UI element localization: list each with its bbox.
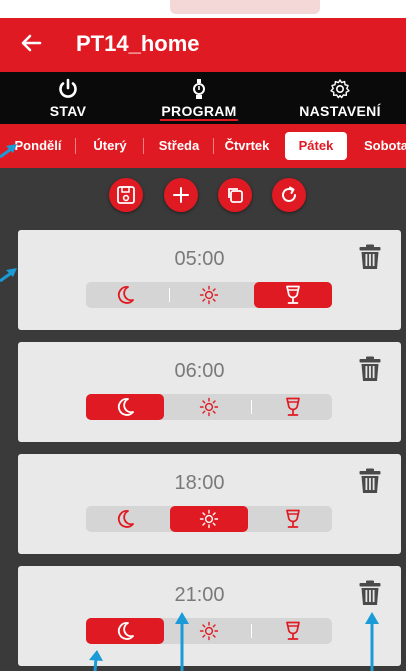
wine-glass-icon [286,621,300,640]
wine-glass-option[interactable] [254,282,332,308]
moon-option[interactable] [86,282,164,308]
trash-icon[interactable] [359,244,381,270]
annotation-arrow [365,612,379,671]
tab-day-streda[interactable]: Středa [144,132,214,160]
entry-time[interactable]: 18:00 [18,472,341,495]
sun-option[interactable] [170,394,248,420]
app-bar: PT14_home [0,18,406,72]
tab-day-sobota[interactable]: Sobota [358,132,406,160]
tab-program[interactable]: PROGRAM [148,72,250,124]
wine-glass-icon [286,509,300,528]
status-bar [0,0,406,18]
tab-nastaveni[interactable]: NASTAVENÍ [290,72,390,124]
sun-icon [199,397,219,417]
mode-selector [86,282,332,308]
add-button[interactable] [164,178,198,212]
moon-icon [117,622,134,640]
mode-selector [86,394,332,420]
schedule-entry: 05:00 [18,230,401,330]
entry-time[interactable]: 06:00 [18,360,341,383]
refresh-icon [282,186,296,202]
copy-icon [228,188,243,203]
annotation-arrow [89,650,103,671]
power-icon [59,78,77,98]
sun-icon [199,285,219,305]
moon-icon [117,510,134,528]
entry-time[interactable]: 05:00 [18,248,341,271]
schedule-entry: 06:00 [18,342,401,442]
schedule-entry: 18:00 [18,454,401,554]
annotation-arrow [175,612,189,671]
wine-glass-option[interactable] [254,506,332,532]
tab-stav[interactable]: STAV [24,72,112,124]
day-tabs: Pondělí Úterý Středa Čtvrtek Pátek Sobot… [0,124,406,168]
app-title: PT14_home [76,31,200,56]
tab-label: PROGRAM [161,103,237,119]
annotation-arrow [0,144,17,159]
trash-icon[interactable] [359,356,381,382]
mode-selector [86,618,332,644]
moon-icon [117,398,134,416]
refresh-button[interactable] [272,178,306,212]
tab-day-ctvrtek[interactable]: Čtvrtek [214,132,280,160]
back-arrow-icon[interactable] [18,30,44,56]
save-button[interactable] [109,178,143,212]
gear-icon [330,79,350,99]
save-icon [117,186,135,204]
wine-glass-option[interactable] [254,618,332,644]
copy-button[interactable] [218,178,252,212]
program-dial-icon [193,79,205,99]
moon-icon [117,286,134,304]
wine-glass-option[interactable] [254,394,332,420]
sun-icon [199,509,219,529]
mode-tabs: STAV PROGRAM NASTAVENÍ [0,72,406,124]
add-icon [173,187,189,203]
moon-option[interactable] [86,394,164,420]
annotation-arrow [0,268,17,283]
wine-glass-icon [286,285,300,304]
moon-option[interactable] [86,506,164,532]
trash-icon[interactable] [359,580,381,606]
sun-icon [199,621,219,641]
wine-glass-icon [286,397,300,416]
tab-day-utery[interactable]: Úterý [76,132,144,160]
mode-selector [86,506,332,532]
sun-option[interactable] [170,282,248,308]
schedule-entry: 21:00 [18,566,401,666]
entry-time[interactable]: 21:00 [18,584,341,607]
tab-day-patek[interactable]: Pátek [285,132,347,160]
tab-label: STAV [49,103,87,119]
active-tab-indicator [160,119,238,121]
trash-icon[interactable] [359,468,381,494]
tab-label: NASTAVENÍ [299,103,381,119]
moon-option[interactable] [86,618,164,644]
sun-option[interactable] [170,506,248,532]
